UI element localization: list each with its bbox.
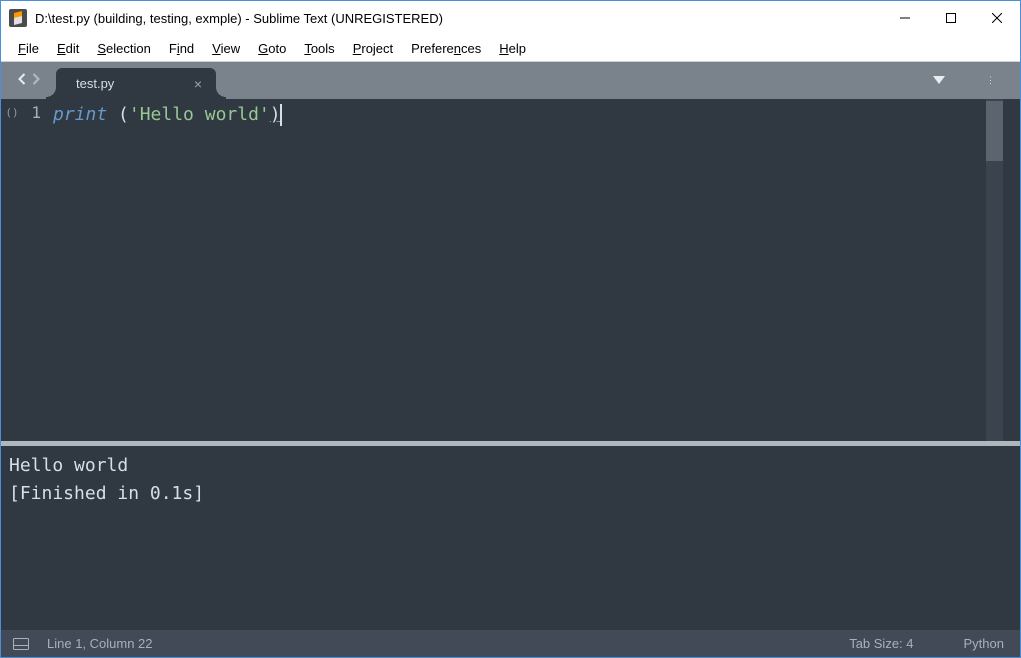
token-string: 'Hello world'	[129, 104, 270, 125]
output-line: Hello world	[9, 455, 128, 476]
menu-project[interactable]: Project	[344, 41, 402, 56]
status-bar: Line 1, Column 22 Tab Size: 4 Python	[1, 630, 1020, 657]
scrollbar-thumb[interactable]	[986, 101, 1003, 161]
app-icon	[9, 9, 27, 27]
menu-tools[interactable]: Tools	[295, 41, 343, 56]
minimap[interactable]	[1003, 99, 1020, 441]
status-tab-size[interactable]: Tab Size: 4	[849, 636, 913, 651]
menu-help[interactable]: Help	[490, 41, 535, 56]
window-controls	[882, 1, 1020, 35]
menu-bar: File Edit Selection Find View Goto Tools…	[1, 35, 1020, 62]
menu-selection[interactable]: Selection	[88, 41, 159, 56]
menu-edit[interactable]: Edit	[48, 41, 88, 56]
status-syntax[interactable]: Python	[964, 636, 1004, 651]
tab-label: test.py	[76, 76, 114, 91]
window-title: D:\test.py (building, testing, exmple) -…	[35, 11, 882, 26]
tab-prev-icon[interactable]	[17, 72, 26, 90]
panel-switcher-icon[interactable]	[13, 638, 29, 650]
token-space	[107, 104, 118, 125]
tab-close-icon[interactable]: ×	[194, 77, 202, 91]
line-number: 1	[23, 99, 41, 127]
build-output-panel[interactable]: Hello world [Finished in 0.1s]	[1, 446, 1020, 630]
tab-overflow-icon[interactable]: ⋮	[986, 75, 998, 86]
menu-file[interactable]: File	[9, 41, 48, 56]
fold-gutter: ()	[1, 99, 23, 441]
tab-dropdown-icon[interactable]	[932, 72, 946, 90]
tab-test-py[interactable]: test.py ×	[56, 68, 216, 99]
minimize-button[interactable]	[882, 1, 928, 35]
menu-find[interactable]: Find	[160, 41, 203, 56]
tab-next-icon[interactable]	[32, 72, 41, 90]
maximize-button[interactable]	[928, 1, 974, 35]
token-function: print	[53, 104, 107, 125]
editor-area[interactable]: () 1 print ('Hello world')	[1, 99, 1020, 441]
token-open-paren: (	[118, 104, 129, 125]
menu-preferences[interactable]: Preferences	[402, 41, 490, 56]
close-button[interactable]	[974, 1, 1020, 35]
line-number-gutter: 1	[23, 99, 53, 441]
text-cursor	[280, 104, 282, 126]
menu-view[interactable]: View	[203, 41, 249, 56]
menu-goto[interactable]: Goto	[249, 41, 295, 56]
title-bar: D:\test.py (building, testing, exmple) -…	[1, 1, 1020, 35]
code-view[interactable]: print ('Hello world')	[53, 99, 986, 441]
editor-scrollbar[interactable]	[986, 99, 1003, 441]
output-line: [Finished in 0.1s]	[9, 483, 204, 504]
fold-indicator: ()	[1, 99, 23, 127]
status-position[interactable]: Line 1, Column 22	[47, 636, 153, 651]
tab-bar: test.py × ⋮	[1, 62, 1020, 99]
